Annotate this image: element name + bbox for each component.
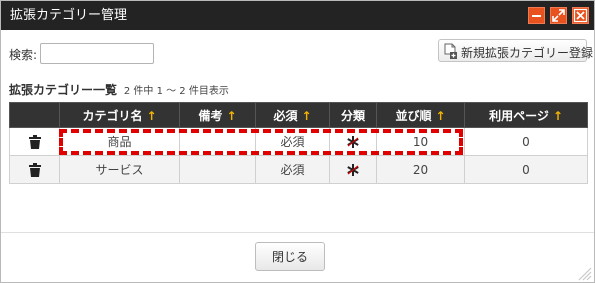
new-extended-category-label: 新規拡張カテゴリー登録 [461,46,594,60]
column-header-label: 利用ページ [489,108,549,123]
dialog: 拡張カテゴリー管理 検索: 新規拡張カテゴリー登録 拡張カテゴリー一覧 2 件中… [0,0,595,283]
classification-cell [329,155,377,184]
search-label: 検索: [9,48,38,62]
trash-icon[interactable] [28,134,41,149]
column-header-delete [9,102,60,128]
required-cell: 必須 [255,155,330,184]
footer-divider [1,232,594,233]
order-cell: 20 [376,155,465,184]
dialog-title: 拡張カテゴリー管理 [10,8,128,23]
column-header-label: カテゴリ名 [82,108,143,123]
delete-cell [9,155,60,184]
column-header-order[interactable]: 並び順 ↑ [376,102,465,128]
column-header-classification: 分類 [329,102,377,128]
trash-icon[interactable] [28,162,41,177]
table-header-row: カテゴリ名 ↑ 備考 ↑ 必須 ↑ 分類 並び順 ↑ 利用ページ ↑ [9,102,588,128]
search-input[interactable] [40,43,154,64]
sort-arrow-icon[interactable]: ↑ [553,109,563,123]
title-bar[interactable]: 拡張カテゴリー管理 [1,1,594,30]
order-cell: 10 [376,127,465,156]
column-header-label: 必須 [273,108,298,123]
column-header-usage-pages[interactable]: 利用ページ ↑ [464,102,588,128]
usage-cell: 0 [464,127,588,156]
column-header-required[interactable]: 必須 ↑ [255,102,330,128]
column-header-note[interactable]: 備考 ↑ [179,102,256,128]
sort-arrow-icon[interactable]: ↑ [226,109,236,123]
note-cell [179,155,256,184]
usage-cell: 0 [464,155,588,184]
classification-cell [329,127,377,156]
delete-cell [9,127,60,156]
maximize-icon [552,9,565,22]
asterisk-icon[interactable] [346,135,360,149]
sort-arrow-icon[interactable]: ↑ [146,109,156,123]
table-row[interactable]: サービス 必須 20 0 [9,155,588,184]
close-button[interactable]: 閉じる [255,242,325,271]
resize-grip-icon[interactable] [574,263,592,281]
sort-arrow-icon[interactable]: ↑ [301,109,311,123]
maximize-button[interactable] [550,7,567,24]
close-window-button[interactable] [572,7,589,24]
column-header-category-name[interactable]: カテゴリ名 ↑ [59,102,180,128]
asterisk-icon[interactable] [346,163,360,177]
list-title: 拡張カテゴリー一覧 [9,83,118,97]
list-count: 2 件中 1 ～ 2 件目表示 [123,86,229,97]
table-row[interactable]: 商品 必須 10 0 [9,127,588,156]
column-header-label: 分類 [340,108,365,123]
minimize-icon [532,15,541,17]
new-extended-category-button[interactable]: 新規拡張カテゴリー登録 [438,39,593,62]
category-name-cell[interactable]: 商品 [59,127,180,156]
sort-arrow-icon[interactable]: ↑ [435,109,445,123]
category-name-cell[interactable]: サービス [59,155,180,184]
list-heading: 拡張カテゴリー一覧 2 件中 1 ～ 2 件目表示 [9,81,229,98]
note-cell [179,127,256,156]
column-header-label: 並び順 [395,108,432,123]
new-document-icon [444,43,457,59]
close-icon [573,8,588,23]
minimize-button[interactable] [528,7,545,24]
category-table: カテゴリ名 ↑ 備考 ↑ 必須 ↑ 分類 並び順 ↑ 利用ページ ↑ 商品 必須… [9,102,588,184]
column-header-label: 備考 [198,108,223,123]
required-cell: 必須 [255,127,330,156]
